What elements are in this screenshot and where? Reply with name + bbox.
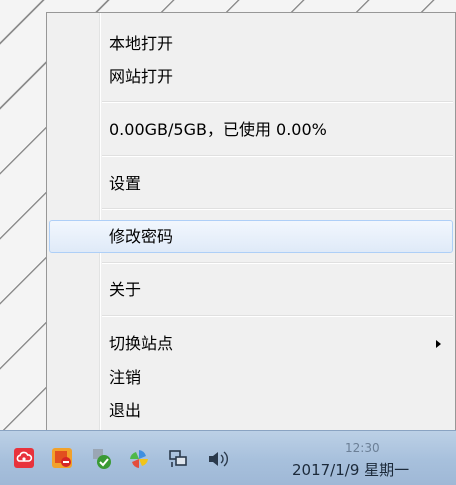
menu-item-label: 设置	[109, 174, 142, 193]
network-icon[interactable]	[167, 448, 187, 468]
menu-item-switch-site[interactable]: 切换站点	[49, 329, 453, 359]
menu-item-change-password[interactable]: 修改密码	[49, 220, 453, 253]
cloud-app-icon[interactable]	[14, 448, 34, 468]
pinwheel-icon[interactable]	[128, 448, 148, 468]
menu-item-storage-usage: 0.00GB/5GB，已使用 0.00%	[49, 115, 453, 145]
menu-item-about[interactable]: 关于	[49, 275, 453, 305]
menu-item-logout[interactable]: 注销	[49, 363, 453, 393]
menu-item-label: 切换站点	[109, 334, 174, 353]
submenu-arrow-icon	[436, 340, 441, 348]
menu-item-label: 关于	[109, 280, 142, 299]
menu-separator	[102, 315, 453, 317]
clock-time-partial: 12:30	[345, 441, 380, 455]
menu-separator	[102, 155, 453, 157]
menu-item-label: 修改密码	[109, 227, 174, 246]
clock-date[interactable]: 2017/1/9 星期一	[292, 459, 409, 480]
menu-item-label: 注销	[109, 368, 142, 387]
menu-item-settings[interactable]: 设置	[49, 169, 453, 199]
speaker-icon[interactable]	[206, 448, 228, 468]
context-menu: 本地打开 网站打开 0.00GB/5GB，已使用 0.00% 设置 修改密码 关…	[46, 12, 456, 441]
menu-item-label: 退出	[109, 401, 142, 420]
menu-item-label: 0.00GB/5GB，已使用 0.00%	[109, 120, 327, 139]
menu-item-label: 本地打开	[109, 34, 174, 53]
shield-check-icon[interactable]	[90, 448, 111, 469]
menu-item-open-local[interactable]: 本地打开	[49, 29, 453, 59]
menu-item-label: 网站打开	[109, 67, 174, 86]
menu-separator	[102, 262, 453, 264]
menu-item-open-website[interactable]: 网站打开	[49, 62, 453, 92]
security-alert-icon[interactable]	[52, 448, 72, 468]
menu-separator	[102, 101, 453, 103]
menu-separator	[102, 208, 453, 210]
menu-item-exit[interactable]: 退出	[49, 396, 453, 426]
